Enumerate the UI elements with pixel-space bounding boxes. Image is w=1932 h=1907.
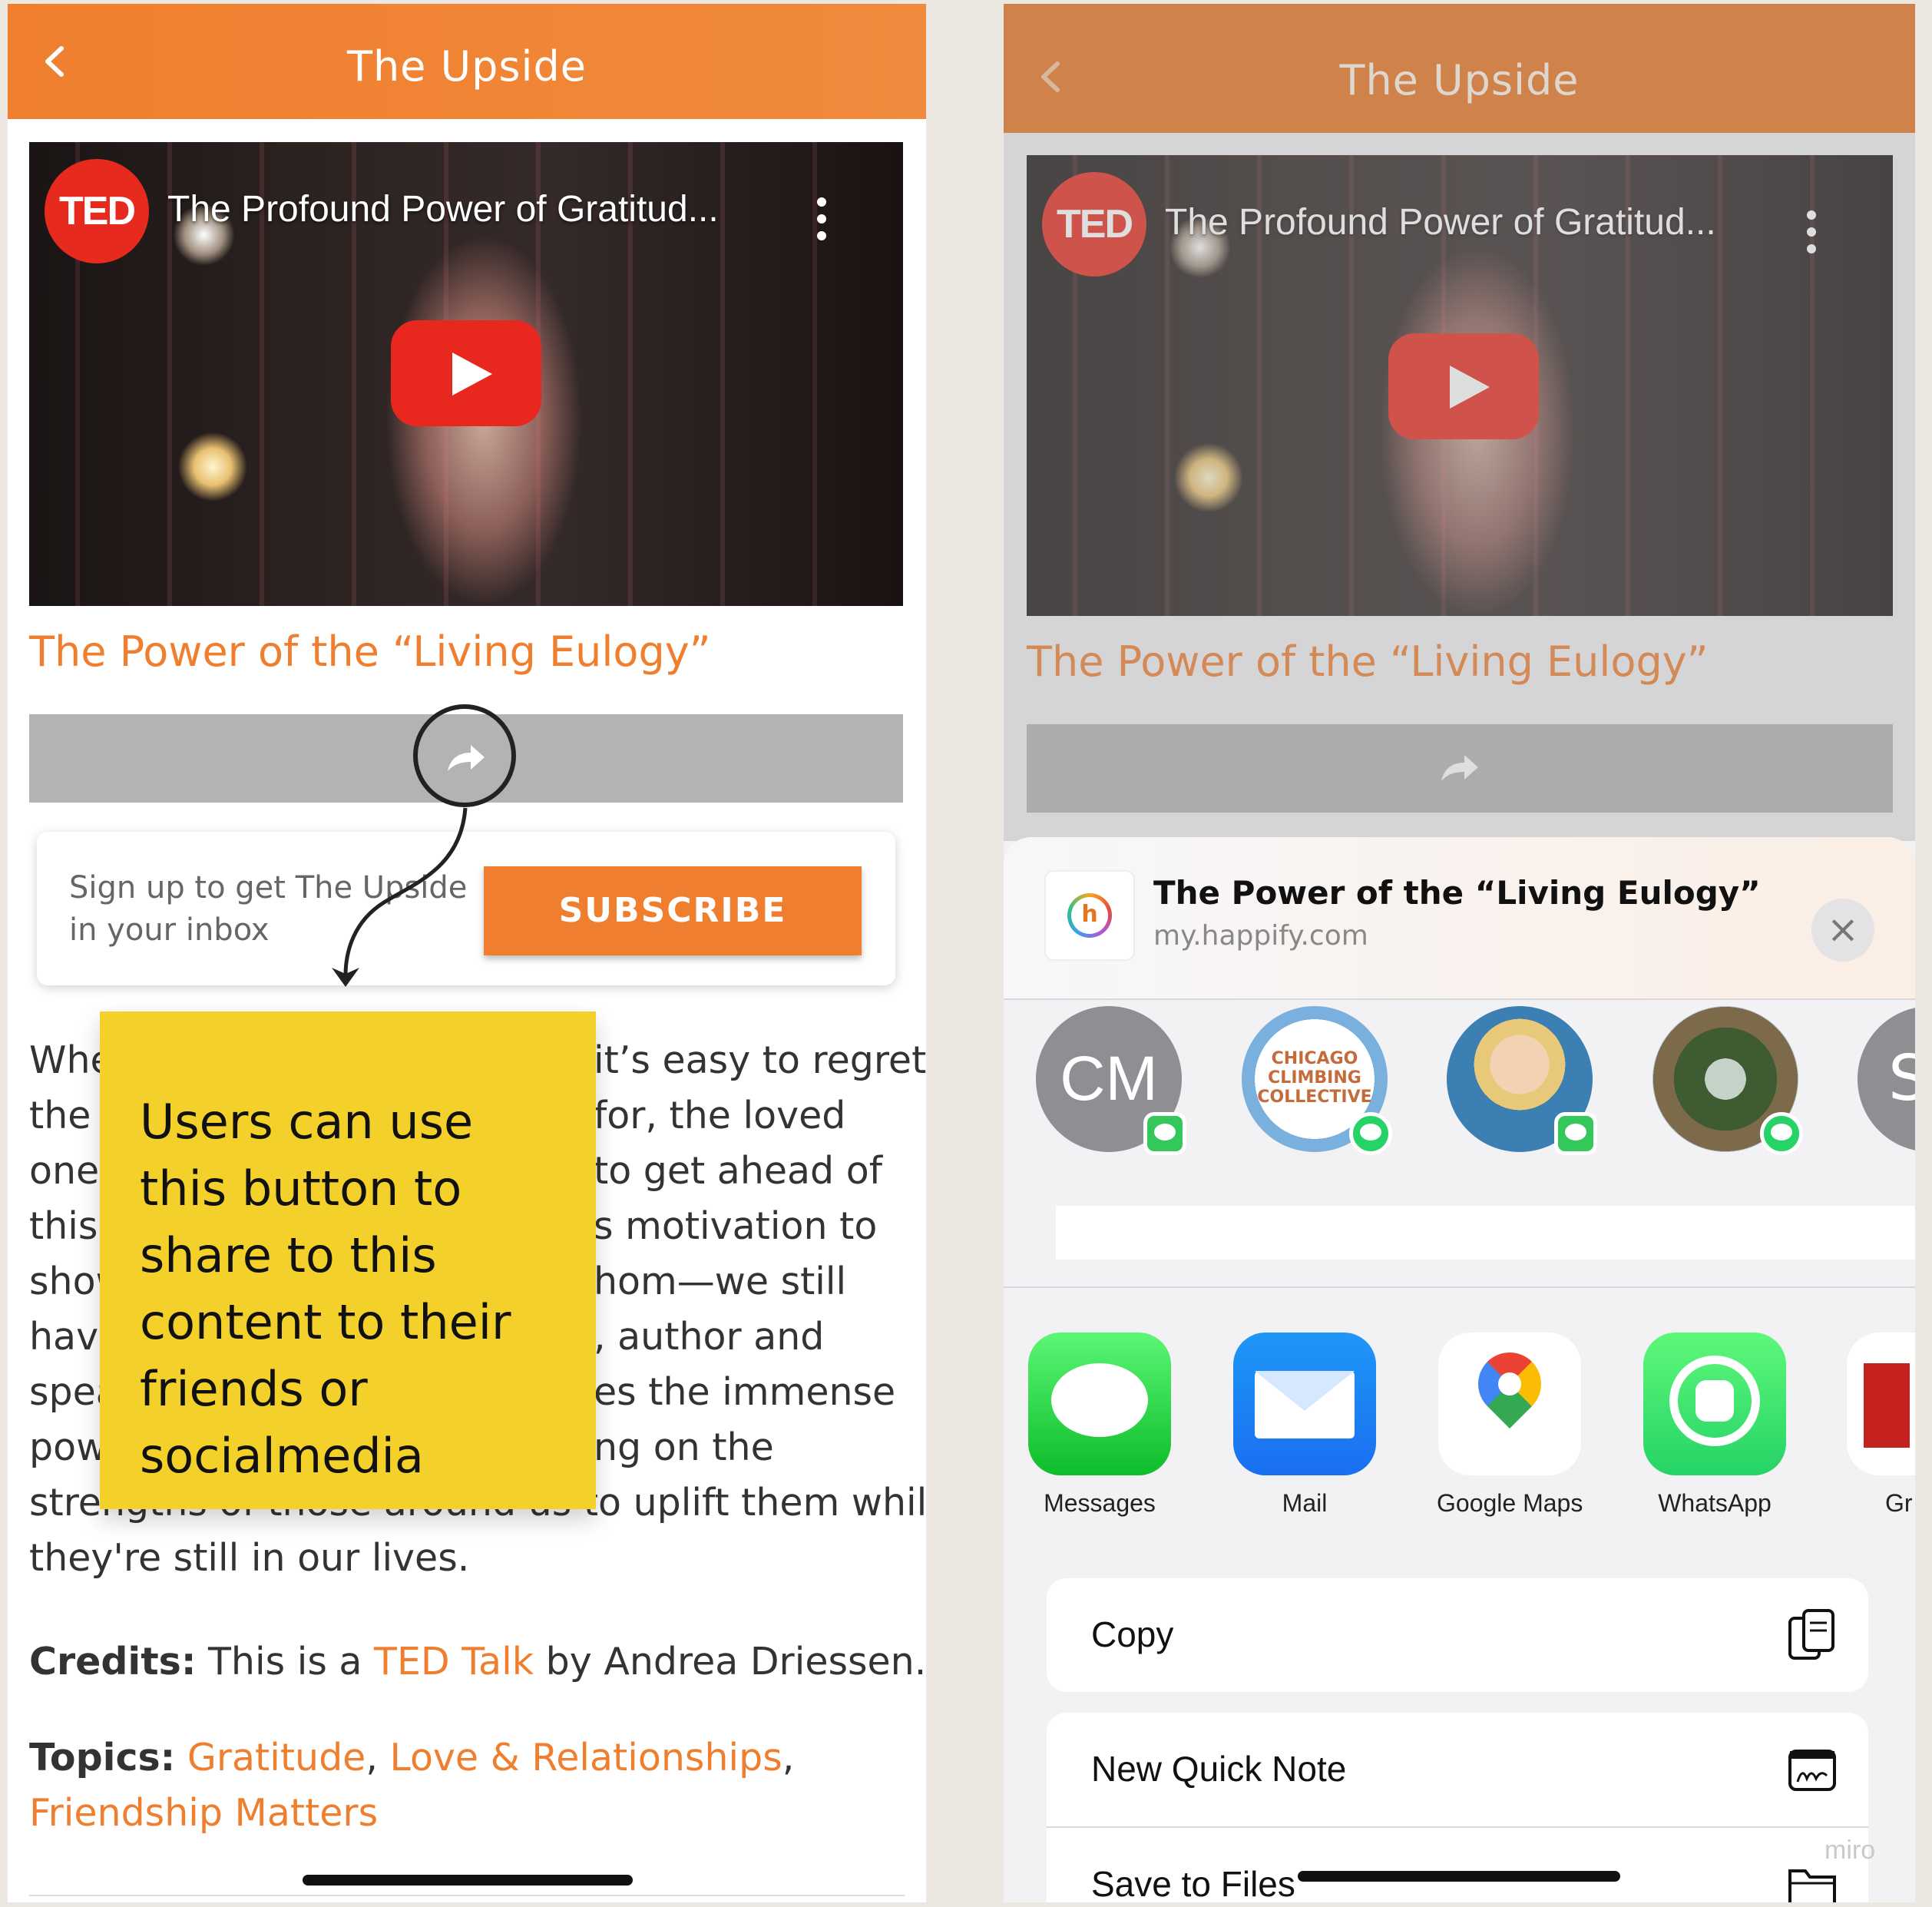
home-indicator[interactable]	[1298, 1871, 1620, 1882]
share-sheet-header: h The Power of the “Living Eulogy” my.ha…	[1004, 837, 1915, 998]
divider	[1004, 1286, 1915, 1288]
topic-separator: ,	[782, 1736, 795, 1780]
app-label: Mail	[1282, 1489, 1328, 1517]
copy-icon	[1788, 1609, 1834, 1660]
annotation-sticky-note: Users can use this button to share to th…	[100, 1011, 596, 1509]
subscribe-prompt: Sign up to get The Upside in your inbox	[69, 867, 468, 952]
contact-avatar-photo[interactable]	[1447, 1006, 1597, 1155]
subscribe-prompt-line2: in your inbox	[69, 912, 270, 948]
header-title: The Upside	[346, 42, 587, 91]
share-sheet-title: The Power of the “Living Eulogy”	[1153, 874, 1761, 912]
app-messages[interactable]: Messages	[1027, 1333, 1173, 1518]
body-fragment: , author and	[594, 1315, 825, 1359]
app-gmail[interactable]: Gr	[1847, 1333, 1915, 1518]
play-button[interactable]	[391, 320, 541, 426]
contact-avatar-s[interactable]: S	[1858, 1006, 1915, 1152]
body-line: they're still in our lives.	[29, 1536, 470, 1580]
ted-talk-link[interactable]: TED Talk	[374, 1640, 534, 1684]
video-title[interactable]: The Profound Power of Gratitud...	[167, 188, 719, 230]
google-maps-icon	[1438, 1333, 1581, 1475]
app-label: Messages	[1044, 1489, 1156, 1517]
contact-avatar-photo[interactable]	[1652, 1006, 1803, 1155]
app-google-maps[interactable]: Google Maps	[1437, 1333, 1583, 1518]
body-fragment: for, the loved	[594, 1094, 846, 1137]
share-sheet: h The Power of the “Living Eulogy” my.ha…	[1004, 837, 1915, 1902]
mail-icon	[1233, 1333, 1376, 1475]
app-label: WhatsApp	[1658, 1489, 1772, 1517]
gmail-icon	[1847, 1333, 1915, 1475]
left-phone-screen: The Upside TED The Profound Power of Gra…	[8, 4, 926, 1902]
whatsapp-badge-icon	[1349, 1112, 1392, 1155]
subscribe-prompt-line1: Sign up to get The Upside	[69, 870, 468, 905]
quick-note-icon	[1788, 1750, 1836, 1791]
divider	[1004, 998, 1915, 1000]
whatsapp-badge-icon	[1760, 1112, 1803, 1155]
suggested-contacts-row: CM CHICAGO CLIMBING COLLECTIVE S	[1004, 1006, 1915, 1167]
more-options-icon[interactable]	[817, 197, 826, 248]
credits-prefix: This is a	[208, 1640, 362, 1684]
subscribe-card: Sign up to get The Upside in your inbox …	[37, 832, 895, 985]
ted-channel-logo[interactable]: TED	[45, 159, 149, 263]
body-fragment: es the immense	[594, 1370, 896, 1414]
app-mail[interactable]: Mail	[1232, 1333, 1378, 1518]
topic-separator: ,	[366, 1736, 378, 1780]
action-label: Copy	[1091, 1614, 1174, 1654]
contact-avatar-climbing-club[interactable]: CHICAGO CLIMBING COLLECTIVE	[1242, 1006, 1392, 1155]
contact-initials: S	[1888, 1042, 1915, 1115]
subscribe-button[interactable]: SUBSCRIBE	[484, 866, 862, 955]
article-title: The Power of the “Living Eulogy”	[29, 627, 711, 676]
messages-badge-icon	[1554, 1112, 1597, 1155]
body-fragment: s motivation to	[594, 1204, 878, 1248]
modal-dim-overlay[interactable]	[1004, 4, 1915, 841]
action-save-to-files[interactable]: Save to Files	[1047, 1828, 1868, 1902]
right-phone-screen: The Upside TED The Profound Power of Gra…	[1004, 4, 1915, 1902]
credits-line: Credits: This is a TED Talk by Andrea Dr…	[29, 1640, 926, 1684]
app-label: Gr	[1885, 1489, 1913, 1517]
topics-line: Topics: Gratitude, Love & Relationships,…	[29, 1730, 874, 1841]
contact-names-strip	[1056, 1206, 1915, 1260]
action-copy[interactable]: Copy	[1047, 1578, 1868, 1692]
body-fragment: hom—we still	[594, 1260, 847, 1303]
credits-suffix: by Andrea Driessen.	[545, 1640, 926, 1684]
action-new-quick-note[interactable]: New Quick Note	[1047, 1713, 1868, 1826]
topic-link-friendship-matters[interactable]: Friendship Matters	[29, 1791, 378, 1835]
contact-logo-text: CHICAGO CLIMBING COLLECTIVE	[1257, 1049, 1372, 1107]
credits-label: Credits:	[29, 1640, 197, 1684]
topic-link-love-relationships[interactable]: Love & Relationships	[390, 1736, 782, 1780]
body-fragment: ng on the	[594, 1425, 774, 1469]
share-sheet-url: my.happify.com	[1153, 920, 1368, 952]
app-header: The Upside	[8, 4, 926, 119]
topic-link-gratitude[interactable]: Gratitude	[187, 1736, 366, 1780]
share-apps-row: Messages Mail Google Maps WhatsApp Gr	[1004, 1333, 1915, 1532]
happify-app-icon: h	[1046, 872, 1133, 959]
app-whatsapp[interactable]: WhatsApp	[1642, 1333, 1788, 1518]
action-label: Save to Files	[1091, 1864, 1295, 1902]
messages-badge-icon	[1143, 1112, 1186, 1155]
messages-icon	[1028, 1333, 1171, 1475]
video-player[interactable]: TED The Profound Power of Gratitud...	[29, 142, 903, 606]
topics-label: Topics:	[29, 1736, 176, 1780]
whatsapp-icon	[1643, 1333, 1786, 1475]
divider	[29, 1895, 905, 1896]
app-label: Google Maps	[1437, 1489, 1583, 1517]
action-label: New Quick Note	[1091, 1749, 1347, 1789]
miro-watermark: miro	[1824, 1836, 1876, 1865]
sticky-note-text: Users can use this button to share to th…	[140, 1094, 511, 1484]
annotation-highlight-ring	[413, 704, 516, 807]
close-icon[interactable]: ×	[1811, 899, 1874, 962]
contact-initials: CM	[1060, 1044, 1158, 1114]
body-fragment: to get ahead of	[594, 1149, 882, 1193]
home-indicator[interactable]	[303, 1875, 633, 1885]
contact-avatar-cm[interactable]: CM	[1036, 1006, 1186, 1155]
body-fragment: it’s easy to regret	[594, 1038, 926, 1082]
